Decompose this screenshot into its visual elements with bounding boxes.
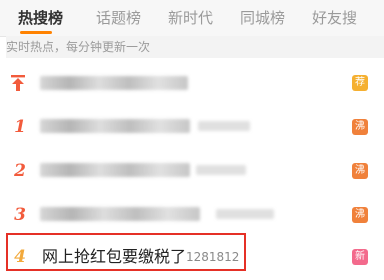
hot-badge: 沸 [352,119,368,135]
rank-number: 1 [14,117,26,137]
blurred-title [40,163,190,177]
rank-number: 3 [14,205,26,225]
tab-topics[interactable]: 话题榜 [96,6,141,30]
tab-new-era[interactable]: 新时代 [168,6,213,30]
tab-local[interactable]: 同城榜 [240,6,285,30]
tab-friends[interactable]: 好友搜 [312,6,357,30]
list-subtitle: 实时热点，每分钟更新一次 [6,36,384,58]
blurred-title [40,76,188,90]
hot-badge: 沸 [352,163,368,179]
new-badge: 新 [352,249,368,265]
search-count: 1281812 [186,250,240,264]
recommend-badge: 荐 [352,75,368,91]
pin-top-icon [11,75,25,91]
hot-search-row[interactable]: 4 网上抢红包要缴税了 1281812 新 [0,234,384,280]
blurred-count [198,121,250,131]
tab-bar: 热搜榜 话题榜 新时代 同城榜 好友搜 [0,0,384,37]
rank-number: 2 [14,161,26,181]
blurred-count [196,165,246,175]
tab-hot-search[interactable]: 热搜榜 [18,6,63,30]
rank-number: 4 [14,247,26,267]
hot-search-title[interactable]: 网上抢红包要缴税了 [42,234,186,280]
blurred-title [40,119,190,133]
active-tab-indicator [20,31,52,34]
hot-badge: 沸 [352,207,368,223]
blurred-title [40,207,200,221]
blurred-count [216,209,274,219]
